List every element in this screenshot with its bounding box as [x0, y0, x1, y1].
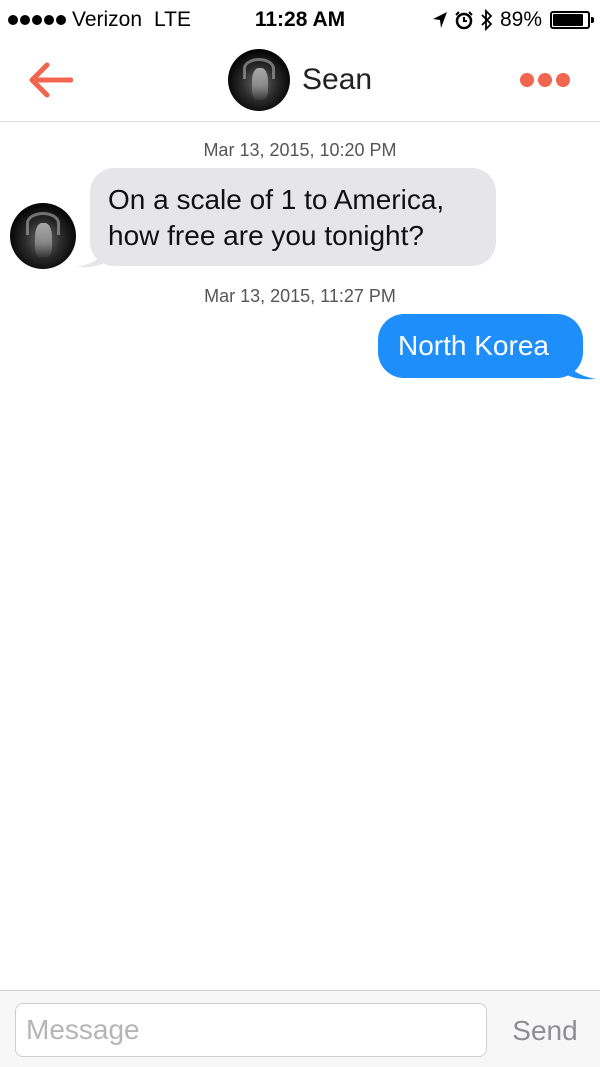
- back-button[interactable]: [26, 60, 74, 100]
- message-text-line: how free are you tonight?: [108, 220, 424, 251]
- outgoing-message-bubble: North Korea: [378, 314, 583, 378]
- message-text-line: On a scale of 1 to America,: [108, 184, 445, 215]
- location-icon: [432, 12, 447, 28]
- contact-header[interactable]: Sean: [228, 48, 372, 112]
- send-button[interactable]: Send: [500, 1011, 590, 1051]
- contact-name: Sean: [302, 63, 373, 96]
- battery-icon: [550, 11, 594, 29]
- battery-percent-label: 89%: [499, 8, 542, 31]
- incoming-message-bubble: On a scale of 1 to America, how free are…: [90, 168, 496, 266]
- status-bar-right: 89%: [432, 8, 594, 32]
- arrow-left-icon: [29, 62, 73, 98]
- more-dots-icon: [520, 73, 534, 87]
- more-options-button[interactable]: [520, 70, 570, 90]
- message-timestamp: Mar 13, 2015, 11:27 PM: [204, 286, 396, 306]
- battery-fill: [553, 14, 584, 26]
- contact-avatar[interactable]: [228, 49, 290, 111]
- status-bar: Verizon LTE 11:28 AM 89%: [0, 0, 600, 40]
- message-timestamp: Mar 13, 2015, 10:20 PM: [203, 140, 397, 160]
- chat-header: Sean: [0, 40, 600, 122]
- message-text-line: North Korea: [398, 330, 549, 361]
- alarm-icon: [455, 11, 473, 30]
- bluetooth-icon: [481, 9, 493, 31]
- sender-avatar[interactable]: [10, 203, 76, 269]
- composer-bar: Send: [0, 990, 600, 1067]
- message-input[interactable]: [15, 1003, 487, 1057]
